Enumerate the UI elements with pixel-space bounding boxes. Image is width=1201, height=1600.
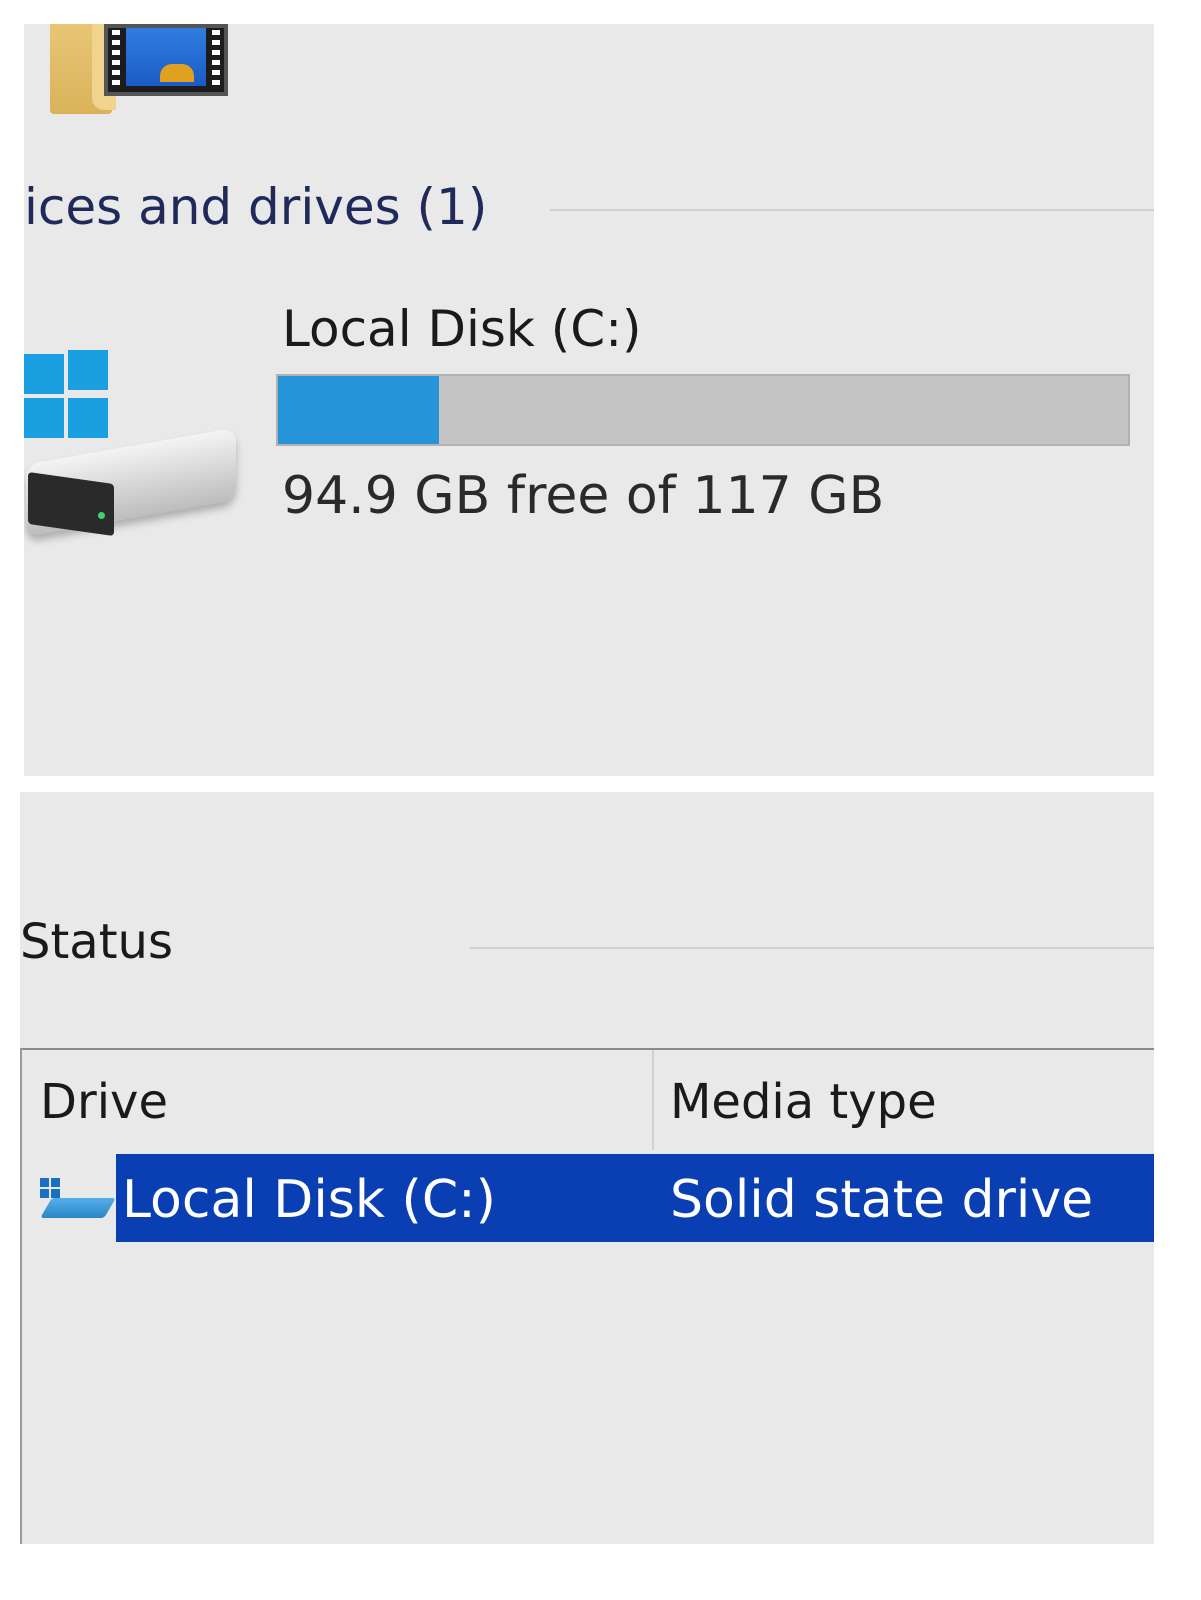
devices-and-drives-header[interactable]: ices and drives (1) (24, 182, 487, 232)
drive-name[interactable]: Local Disk (C:) (282, 304, 642, 354)
disk-usage-fill (278, 376, 439, 444)
hard-drive-windows-icon[interactable] (24, 350, 242, 537)
disk-usage-bar (276, 374, 1130, 446)
column-divider[interactable] (652, 1050, 654, 1150)
drive-icon (40, 1178, 116, 1222)
drive-list[interactable]: Drive Media type Local Disk (C:) Solid s… (20, 1048, 1154, 1544)
table-row[interactable]: Local Disk (C:) Solid state drive (20, 1154, 1154, 1242)
folder-icon[interactable] (50, 24, 116, 114)
cell-drive[interactable]: Local Disk (C:) (122, 1174, 496, 1226)
optimize-drives-panel: Status Drive Media type Local Disk (C:) … (20, 792, 1154, 1544)
status-divider (470, 947, 1154, 949)
explorer-panel: ices and drives (1) Local Disk (C:) 94.9… (24, 24, 1154, 776)
header-divider (550, 209, 1154, 211)
status-label: Status (20, 914, 173, 970)
cell-media-type[interactable]: Solid state drive (670, 1174, 1093, 1226)
disk-free-space-text: 94.9 GB free of 117 GB (282, 466, 885, 526)
video-film-icon[interactable] (104, 24, 228, 96)
column-header-drive[interactable]: Drive (40, 1078, 168, 1126)
column-header-media-type[interactable]: Media type (670, 1078, 937, 1126)
